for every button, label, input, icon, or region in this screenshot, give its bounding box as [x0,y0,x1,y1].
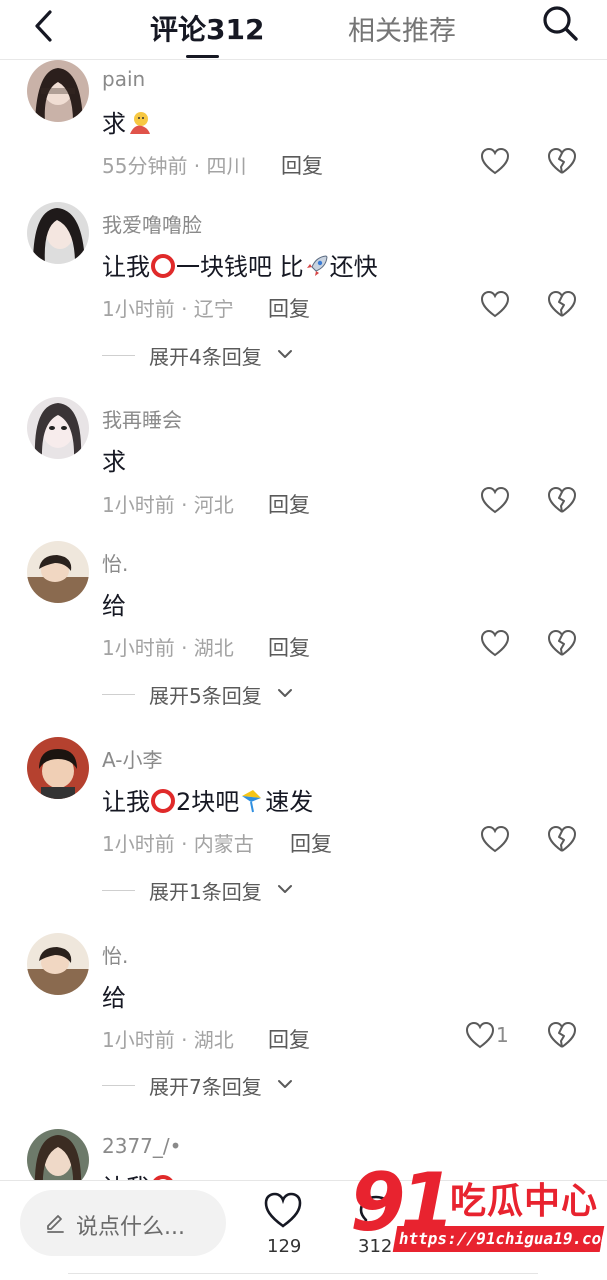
comment-username[interactable]: 2377_/• [102,1134,181,1158]
comment-text-part: 让我 [102,253,150,281]
expand-replies-label: 展开1条回复 [149,880,262,904]
reply-button[interactable]: 回复 [268,489,310,519]
comment-time-location: 1小时前 · 河北 [102,493,234,517]
rocket-emoji-icon [306,255,328,276]
heart-icon[interactable] [480,825,510,853]
watermark-url: https://91chigua19.com [392,1226,607,1252]
comment-text: 给 [102,592,126,620]
pencil-icon [47,1215,64,1233]
avatar[interactable] [27,933,89,995]
like-count: 129 [267,1236,302,1257]
expand-replies-label: 展开4条回复 [149,345,262,369]
comment-username[interactable]: 我爱噜噜脸 [102,209,202,238]
chevron-down-icon [278,689,292,697]
divider-line [102,694,135,695]
comment-text-part: 一块钱吧 比 [176,253,304,281]
search-icon[interactable] [540,3,580,43]
avatar[interactable] [27,202,89,264]
comment-time-location: 1小时前 · 湖北 [102,636,234,660]
heart-icon[interactable] [263,1191,303,1229]
tab-related-recommendations[interactable]: 相关推荐 [348,9,456,48]
chevron-down-icon [278,1080,292,1088]
heart-icon[interactable] [480,629,510,657]
comment-username[interactable]: 怡. [102,940,128,969]
heart-icon[interactable] [480,486,510,514]
comment-text: 让我 2块吧 速发 [102,782,313,817]
comment-text: 求 [102,104,152,139]
comment-time-location: 55分钟前 · 四川 [102,154,247,178]
comment-username[interactable]: 怡. [102,548,128,577]
red-circle-emoji-icon [151,254,175,278]
divider-line [102,890,135,891]
divider-line [102,1085,135,1086]
reply-button[interactable]: 回复 [268,293,310,323]
heart-icon[interactable] [465,1021,495,1049]
comment-username[interactable]: A-小李 [102,744,162,773]
comment-time-location: 1小时前 · 湖北 [102,1028,234,1052]
broken-heart-icon[interactable] [547,147,577,175]
home-indicator-strip [68,1273,538,1277]
avatar[interactable] [27,397,89,459]
broken-heart-icon[interactable] [547,486,577,514]
top-header: 评论312 相关推荐 [0,0,607,60]
comment-text-content: 求 [102,110,126,138]
comment-input-placeholder: 说点什么... [76,1215,185,1240]
avatar[interactable] [27,60,89,122]
broken-heart-icon[interactable] [547,629,577,657]
expand-replies-label: 展开7条回复 [149,1075,262,1099]
comment-time-location: 1小时前 · 内蒙古 [102,832,254,856]
active-tab-indicator [186,55,219,58]
comment-time-location: 1小时前 · 辽宁 [102,297,234,321]
avatar[interactable] [27,541,89,603]
comment-text-part: 让我 [102,788,150,816]
reply-button[interactable]: 回复 [290,828,332,858]
reply-button[interactable]: 回复 [268,1024,310,1054]
heart-icon[interactable] [480,147,510,175]
site-watermark: 91 吃瓜中心 https://91chigua19.com [350,1158,607,1258]
watermark-name: 吃瓜中心 [450,1181,599,1222]
chevron-down-icon [278,885,292,893]
chevron-down-icon [278,350,292,358]
heart-icon[interactable] [480,290,510,318]
comment-username[interactable]: pain [102,67,145,91]
broken-heart-icon[interactable] [547,1021,577,1049]
avatar[interactable] [27,737,89,799]
comment-input[interactable]: 说点什么... [20,1190,226,1256]
comment-text: 求 [102,448,126,476]
divider-line [102,355,135,356]
like-count: 1 [496,1023,509,1047]
tab-comments[interactable]: 评论312 [150,8,264,48]
expand-replies-label: 展开5条回复 [149,684,262,708]
kite-emoji-icon [242,790,262,813]
comment-text-part: 还快 [329,253,378,281]
comment-text: 让我 一块钱吧 比还快 [102,247,378,282]
comment-text: 给 [102,984,126,1012]
comment-text-part: 2块吧 [176,788,240,816]
back-arrow-icon[interactable] [28,8,62,44]
broken-heart-icon[interactable] [547,825,577,853]
reply-button[interactable]: 回复 [268,632,310,662]
praying-emoji-icon [130,112,150,134]
comment-username[interactable]: 我再睡会 [102,404,182,433]
red-circle-emoji-icon [151,789,175,813]
comment-text-part: 速发 [265,788,314,816]
broken-heart-icon[interactable] [547,290,577,318]
reply-button[interactable]: 回复 [281,150,323,180]
